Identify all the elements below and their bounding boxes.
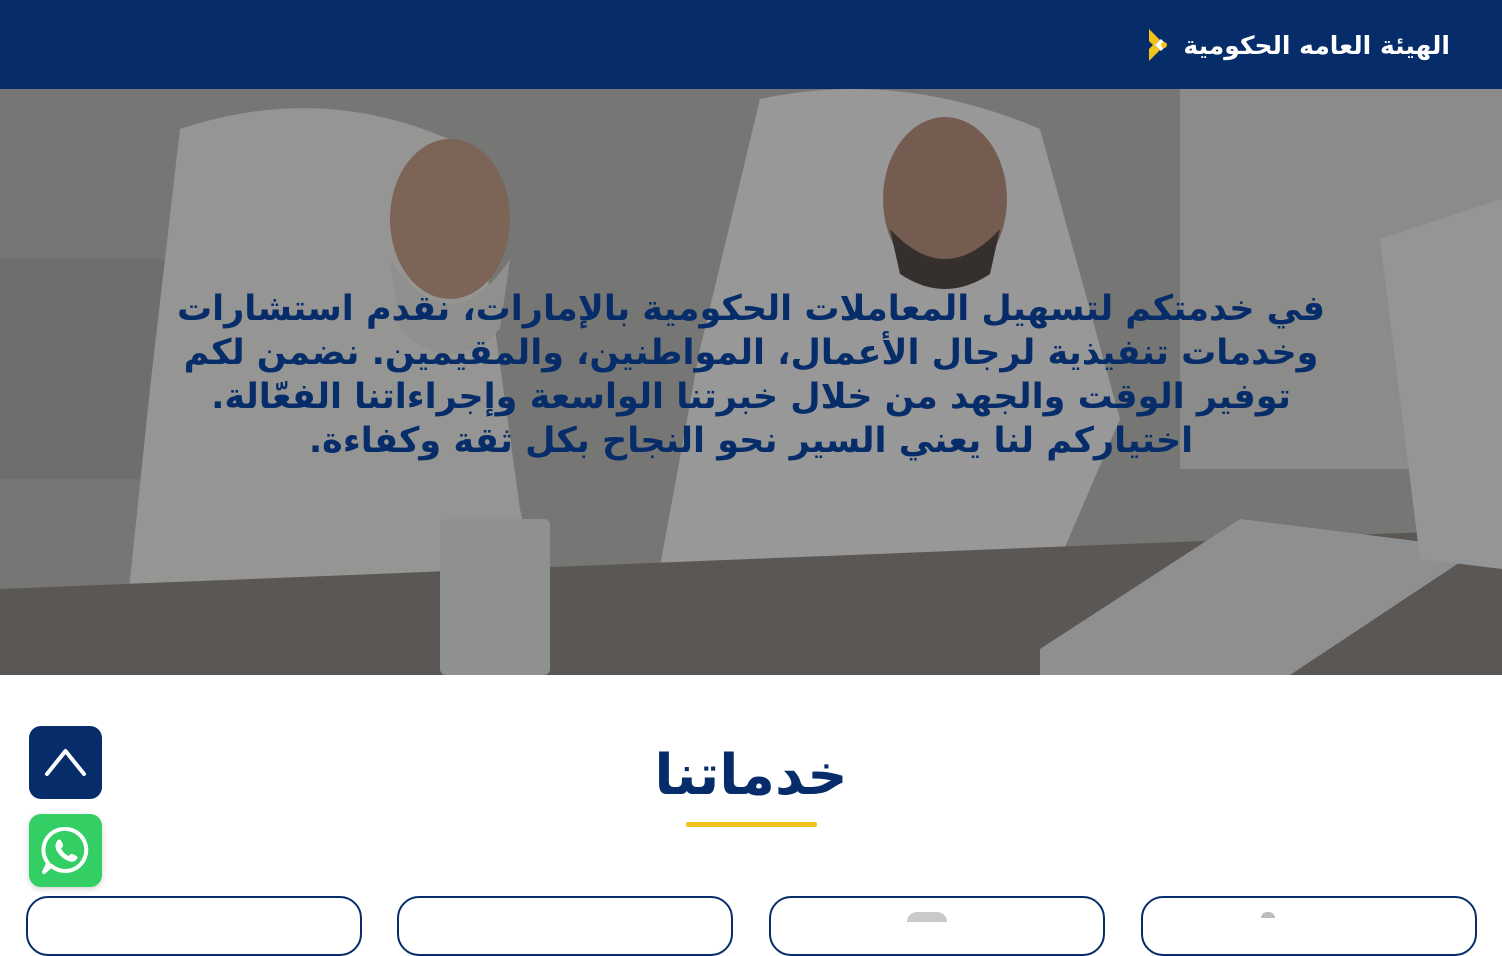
service-card-image bbox=[907, 912, 947, 922]
whatsapp-button[interactable] bbox=[29, 814, 102, 887]
service-card[interactable] bbox=[769, 896, 1105, 956]
title-underline bbox=[686, 822, 817, 827]
service-card[interactable] bbox=[1141, 896, 1477, 956]
brand-name: الهيئة العامه الحكومية bbox=[1183, 30, 1450, 60]
chevron-logo-icon bbox=[1149, 29, 1168, 61]
chevron-up-icon bbox=[45, 749, 86, 776]
scroll-to-top-button[interactable] bbox=[29, 726, 102, 799]
service-card-image bbox=[1261, 912, 1275, 918]
brand[interactable]: الهيئة العامه الحكومية bbox=[1143, 24, 1450, 66]
services-cards bbox=[0, 896, 1502, 956]
services-title: خدماتنا bbox=[654, 743, 848, 808]
service-card[interactable] bbox=[397, 896, 733, 956]
service-card[interactable] bbox=[26, 896, 362, 956]
hero-text: في خدمتكم لتسهيل المعاملات الحكومية بالإ… bbox=[176, 289, 1325, 461]
site-header: الهيئة العامه الحكومية bbox=[0, 0, 1502, 89]
whatsapp-icon bbox=[41, 826, 89, 874]
hero-banner: في خدمتكم لتسهيل المعاملات الحكومية بالإ… bbox=[0, 89, 1502, 675]
